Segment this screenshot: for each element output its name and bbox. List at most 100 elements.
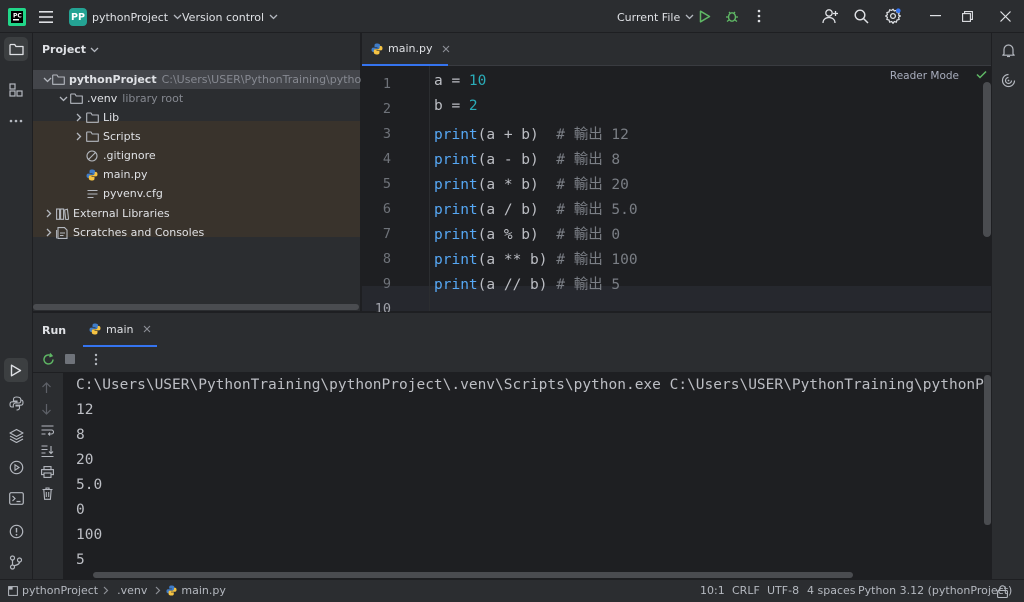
project-panel-scrollbar[interactable]: [33, 304, 359, 310]
indent-setting[interactable]: 4 spaces: [807, 584, 856, 597]
minimize-window-icon[interactable]: [926, 7, 944, 25]
reader-mode-toggle[interactable]: Reader Mode: [890, 70, 959, 82]
line-separator[interactable]: CRLF: [732, 584, 760, 597]
code-line[interactable]: print(a * b) # 輸出 20: [434, 173, 629, 194]
run-side-toolbar: [33, 373, 63, 580]
console-output-line: 12: [76, 402, 94, 418]
main-menu-icon[interactable]: [37, 8, 55, 26]
console-horizontal-scrollbar[interactable]: [93, 572, 853, 578]
soft-wrap-icon[interactable]: [41, 425, 54, 436]
chevron-right-icon[interactable]: [73, 113, 85, 122]
git-tool-icon[interactable]: [4, 550, 28, 574]
line-number[interactable]: 7: [383, 226, 391, 242]
close-tab-icon[interactable]: [143, 325, 151, 333]
library-icon: [55, 207, 69, 221]
chevron-down-icon[interactable]: [57, 96, 69, 102]
restore-window-icon[interactable]: [958, 7, 976, 25]
services-tool-icon[interactable]: [4, 455, 28, 479]
tree-item-external-libraries[interactable]: External Libraries: [33, 204, 360, 223]
structure-tool-icon[interactable]: [4, 78, 28, 102]
line-number[interactable]: 8: [383, 251, 391, 267]
print-icon[interactable]: [41, 466, 54, 478]
line-number[interactable]: 6: [383, 201, 391, 217]
stop-icon[interactable]: [65, 354, 76, 365]
more-actions-icon[interactable]: [94, 353, 98, 366]
line-number[interactable]: 5: [383, 176, 391, 192]
chevron-right-icon[interactable]: [43, 209, 55, 218]
console-output-line: 0: [76, 502, 85, 518]
line-number[interactable]: 2: [383, 101, 391, 117]
line-number[interactable]: 4: [383, 151, 391, 167]
pycharm-logo-icon[interactable]: PC: [7, 7, 26, 26]
code-line[interactable]: print(a // b) # 輸出 5: [434, 273, 620, 294]
ai-assistant-icon[interactable]: [996, 68, 1020, 92]
python-packages-icon[interactable]: [4, 391, 28, 415]
chevron-right-icon[interactable]: [73, 132, 85, 141]
code-line[interactable]: print(a + b) # 輸出 12: [434, 123, 629, 144]
project-name: pythonProject: [92, 10, 169, 24]
console-output[interactable]: C:\Users\USER\PythonTraining\pythonProje…: [63, 373, 991, 580]
chevron-down-icon[interactable]: [43, 77, 52, 83]
run-config-selector[interactable]: Current File: [617, 7, 694, 27]
line-number[interactable]: 3: [383, 126, 391, 142]
tree-item-pyvenv-cfg[interactable]: pyvenv.cfg: [33, 184, 360, 203]
search-icon[interactable]: [852, 7, 870, 25]
file-encoding[interactable]: UTF-8: [767, 584, 799, 597]
trash-icon[interactable]: [42, 487, 53, 500]
run-icon[interactable]: [696, 7, 714, 25]
code-line[interactable]: print(a - b) # 輸出 8: [434, 148, 620, 169]
tree-item-label: main.py: [103, 168, 148, 181]
up-arrow-icon[interactable]: [41, 382, 52, 394]
close-window-icon[interactable]: [996, 7, 1014, 25]
line-number[interactable]: 1: [383, 76, 391, 92]
tree-item-lib[interactable]: Lib: [33, 108, 360, 127]
problems-tool-icon[interactable]: [4, 519, 28, 543]
python-file-icon: [166, 585, 177, 596]
vcs-menu[interactable]: Version control: [182, 7, 278, 27]
terminal-tool-icon[interactable]: [4, 486, 28, 510]
console-output-line: 5: [76, 552, 85, 568]
code-line[interactable]: print(a ** b) # 輸出 100: [434, 248, 638, 269]
more-tools-icon[interactable]: [4, 109, 28, 133]
code-line[interactable]: a = 10: [434, 73, 486, 89]
more-actions-icon[interactable]: [750, 7, 768, 25]
project-panel-header[interactable]: Project: [42, 43, 99, 56]
close-tab-icon[interactable]: [442, 45, 450, 53]
tree-item-pythonproject[interactable]: pythonProject C:\Users\USER\PythonTraini…: [33, 70, 406, 89]
notifications-bell-icon[interactable]: [996, 38, 1020, 62]
tree-item-main-py[interactable]: main.py: [33, 165, 360, 184]
project-tool-icon[interactable]: [4, 37, 28, 61]
layers-tool-icon[interactable]: [4, 423, 28, 447]
code-line[interactable]: print(a / b) # 輸出 5.0: [434, 198, 638, 219]
tab-main-py[interactable]: main.py: [362, 33, 450, 66]
run-tool-icon[interactable]: [4, 358, 28, 382]
chevron-right-icon[interactable]: [43, 228, 55, 237]
settings-gear-icon[interactable]: [884, 7, 902, 25]
tree-item-venv[interactable]: .venv library root: [33, 89, 360, 108]
tree-item-label: Lib: [103, 111, 120, 124]
tree-item-scratches[interactable]: Scratches and Consoles: [33, 223, 360, 242]
rerun-icon[interactable]: [42, 353, 55, 366]
project-switcher[interactable]: PP pythonProject: [69, 7, 182, 27]
console-output-line: 20: [76, 452, 94, 468]
tree-item-scripts[interactable]: Scripts: [33, 127, 360, 146]
breadcrumb-project[interactable]: pythonProject: [8, 584, 98, 597]
breadcrumb-label[interactable]: .venv: [117, 584, 147, 597]
code-line[interactable]: print(a % b) # 輸出 0: [434, 223, 620, 244]
lock-icon[interactable]: [997, 585, 1008, 598]
code-line[interactable]: b = 2: [434, 98, 478, 114]
tree-item-gitignore[interactable]: .gitignore: [33, 146, 360, 165]
console-vertical-scrollbar[interactable]: [984, 375, 991, 525]
run-tab-main[interactable]: main: [83, 313, 158, 347]
breadcrumb-label: main.py: [181, 584, 226, 597]
no-problems-check-icon[interactable]: [976, 70, 987, 79]
debug-icon[interactable]: [723, 7, 741, 25]
scroll-to-end-icon[interactable]: [41, 445, 54, 457]
caret-position[interactable]: 10:1: [700, 584, 725, 597]
breadcrumb-file[interactable]: main.py: [166, 584, 226, 597]
line-number[interactable]: 9: [383, 276, 391, 292]
code-with-me-icon[interactable]: [820, 7, 840, 25]
down-arrow-icon[interactable]: [41, 403, 52, 415]
editor-scrollbar[interactable]: [983, 82, 991, 237]
python-interpreter[interactable]: Python 3.12 (pythonProject): [858, 584, 1012, 597]
